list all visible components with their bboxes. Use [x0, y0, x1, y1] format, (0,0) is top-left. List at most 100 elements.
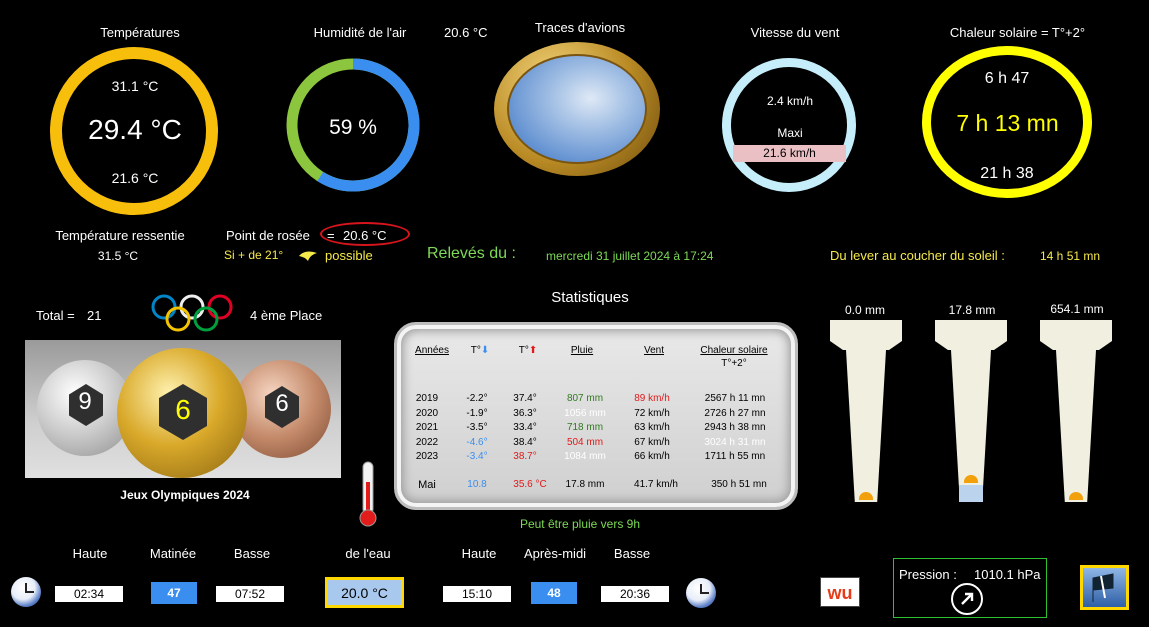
rain-today-label: 0.0 mm	[844, 303, 885, 317]
rain-year-label: 654.1 mm	[1050, 302, 1104, 316]
temp-max: 31.1 °C	[111, 78, 159, 94]
rain-month-label: 17.8 mm	[948, 303, 996, 317]
stats-header-wind: Vent	[643, 345, 665, 356]
humidity-side-temp: 20.6 °C	[444, 25, 488, 40]
daylight-label: Du lever au coucher du soleil :	[830, 248, 1005, 263]
humidity-title: Humidité de l'air	[313, 25, 407, 40]
clock-icon	[11, 577, 41, 607]
rain-gauge	[830, 320, 902, 510]
silver-count: 9	[78, 388, 92, 415]
sky-view	[507, 54, 647, 164]
clock-icon	[686, 578, 716, 608]
wind-max-label: Maxi	[777, 126, 803, 140]
stats-header-solar-sub: T°+2°	[721, 358, 747, 369]
gauge-funnel	[1040, 320, 1112, 350]
stats-cell-tmax: 37.4°	[513, 393, 537, 404]
daylight-value: 14 h 51 mn	[1040, 249, 1101, 263]
sunset: 21 h 38	[980, 165, 1034, 182]
stats-cell-solar: 1711 h 55 mn	[704, 451, 766, 462]
stats-cell-tmax: 38.7°	[513, 451, 537, 462]
water-label: de l'eau	[345, 546, 391, 561]
rain-flag-icon[interactable]	[1080, 565, 1129, 610]
tide-afternoon-label: Après-midi	[523, 546, 587, 561]
stats-header-rain: Pluie	[570, 345, 594, 356]
gauge-fill	[959, 485, 983, 502]
stats-cell-tmin: -3.5°	[466, 422, 488, 433]
stats-cell-rain: 1056 mm	[564, 407, 606, 419]
stats-cell-solar: 2943 h 38 mn	[704, 422, 766, 433]
wind-title: Vitesse du vent	[750, 25, 840, 40]
gauge-tube	[1056, 350, 1096, 502]
stats-cell-year: 2020	[415, 407, 439, 419]
olympic-total-label: Total =	[36, 308, 75, 323]
planes-title: Traces d'avions	[534, 20, 626, 35]
stats-cell-rain: 504 mm	[566, 436, 604, 448]
stats-cell-wind: 63 km/h	[634, 422, 670, 433]
olympic-caption: Jeux Olympiques 2024	[120, 488, 250, 502]
stats-panel: Années T°⬇ T°⬆ Pluie Vent Chaleur solair…	[394, 322, 798, 510]
tide-morning-label: Matinée	[149, 546, 197, 561]
stats-month-rain: 17.8 mm	[565, 479, 605, 490]
stats-cell-year: 2019	[415, 393, 439, 404]
olympic-rings-icon	[151, 294, 233, 332]
stats-header-tmax: T°⬆	[518, 345, 538, 356]
gauge-float	[1069, 492, 1083, 500]
feels-label: Température ressentie	[55, 228, 185, 243]
arrow-up-right-icon	[951, 583, 983, 615]
stats-cell-solar: 2726 h 27 mn	[704, 407, 766, 419]
stats-forecast: Peut être pluie vers 9h	[519, 517, 641, 531]
stats-cell-tmax: 38.4°	[513, 436, 537, 448]
pressure-value: 1010.1 hPa	[974, 567, 1041, 582]
weather-bird-icon	[299, 251, 317, 261]
stats-cell-year: 2023	[415, 451, 439, 462]
temperatures-title: Températures	[100, 25, 180, 40]
stats-cell-rain: 807 mm	[566, 393, 604, 404]
tide-morning-low: 07:52	[216, 586, 284, 602]
wind-max: 21.6 km/h	[733, 145, 846, 162]
tide-morning-high: 02:34	[55, 586, 123, 602]
rain-gauge	[1040, 320, 1112, 510]
olympic-total: 21	[87, 308, 102, 323]
tide-afternoon-high: 15:10	[443, 586, 511, 602]
dew-value: 20.6 °C	[343, 228, 387, 243]
stats-cell-rain: 718 mm	[566, 422, 604, 433]
humidity-value: 59 %	[329, 116, 377, 139]
stats-month-tmax: 35.6 °C	[513, 479, 547, 490]
stats-cell-wind: 89 km/h	[634, 393, 670, 404]
stats-cell-solar: 2567 h 11 mn	[704, 393, 766, 404]
stats-cell-solar: 3024 h 31 mn	[704, 436, 766, 448]
stats-month-tmin: 10.8	[467, 479, 487, 490]
stats-cell-tmax: 36.3°	[513, 407, 537, 419]
readings-label: Relevés du :	[427, 245, 516, 262]
stats-month-wind: 41.7 km/h	[634, 479, 678, 490]
stats-header-solar: Chaleur solaire	[700, 345, 768, 356]
stats-cell-tmin: -2.2°	[466, 393, 488, 404]
tide-afternoon-low: 20:36	[601, 586, 669, 602]
stats-header-tmin: T°⬇	[470, 345, 490, 356]
feels-value: 31.5 °C	[97, 249, 139, 263]
stats-cell-wind: 67 km/h	[634, 436, 670, 448]
gauge-float	[859, 492, 873, 500]
water-temp: 20.0 °C	[325, 577, 404, 608]
wind-current: 2.4 km/h	[766, 94, 814, 108]
stats-cell-tmin: -3.4°	[466, 451, 488, 462]
temp-current: 29.4 °C	[88, 114, 182, 145]
medals-image: 9 6 6	[25, 340, 341, 478]
solar-duration: 7 h 13 mn	[956, 110, 1059, 136]
stats-cell-tmin: -1.9°	[466, 407, 488, 419]
pressure-label: Pression :	[899, 567, 957, 582]
stats-cell-tmin: -4.6°	[466, 436, 488, 448]
sunrise: 6 h 47	[984, 70, 1030, 87]
stats-cell-rain: 1084 mm	[564, 451, 606, 462]
stats-cell-wind: 66 km/h	[634, 451, 670, 462]
wu-logo[interactable]: wu	[820, 577, 860, 607]
gauge-tube	[846, 350, 886, 502]
tide-afternoon-coef: 48	[531, 582, 577, 604]
thermometer-icon	[359, 461, 377, 527]
solar-title: Chaleur solaire = T°+2°	[949, 25, 1086, 40]
stats-cell-wind: 72 km/h	[634, 407, 670, 419]
gold-count: 6	[175, 394, 191, 425]
stats-month-solar: 350 h 51 mn	[711, 479, 767, 490]
stats-cell-year: 2021	[415, 422, 439, 433]
rain-gauge	[935, 320, 1007, 510]
